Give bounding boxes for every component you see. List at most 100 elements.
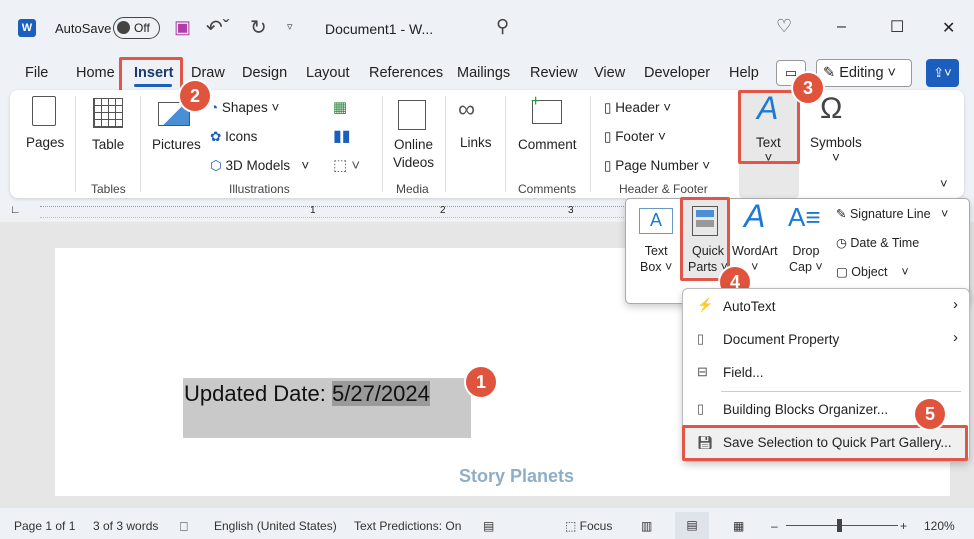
media-group-label: Media — [396, 182, 429, 196]
document-text[interactable]: Updated Date: 5/27/2024 — [184, 381, 430, 407]
focus-icon: ⬚ — [565, 519, 580, 533]
highlight-save-selection — [682, 425, 968, 461]
status-bar: Page 1 of 1 3 of 3 words ⎕ English (Unit… — [0, 512, 974, 539]
chart-icon[interactable]: ▮▮ — [333, 126, 351, 146]
drop-cap-button[interactable]: Drop Cap ˅ — [789, 243, 823, 275]
tab-references[interactable]: References — [369, 65, 443, 81]
zoom-level[interactable]: 120% — [924, 519, 955, 533]
read-mode-icon[interactable]: ▥ — [641, 519, 652, 533]
tab-developer[interactable]: Developer — [644, 65, 710, 81]
comments-group-label: Comments — [518, 182, 577, 196]
page-number-icon: ▯ — [604, 158, 616, 173]
undo-icon[interactable]: ↶ˇ — [206, 15, 229, 40]
autosave-toggle[interactable]: Off — [113, 17, 160, 39]
text-box-icon: A — [639, 208, 673, 234]
document-property-icon: ▯ — [697, 331, 705, 346]
wordart-icon: A — [744, 198, 766, 234]
step-badge-1: 1 — [466, 367, 496, 397]
zoom-in-button[interactable]: + — [900, 519, 907, 533]
icons-button[interactable]: ✿ Icons — [210, 129, 257, 145]
close-button[interactable]: ✕ — [942, 18, 955, 38]
building-blocks-icon: ▯ — [697, 401, 705, 416]
autosave-label: AutoSave — [55, 21, 112, 36]
footer-button[interactable]: ▯ Footer ˅ — [604, 129, 666, 145]
proofing-icon[interactable]: ⎕ — [180, 519, 188, 535]
collapse-ribbon-icon[interactable]: ˅ — [940, 176, 948, 191]
date-time-button[interactable]: ◷ Date & Time — [836, 235, 919, 250]
date-field[interactable]: 5/27/2024 — [331, 381, 430, 406]
tab-mailings[interactable]: Mailings — [457, 65, 510, 81]
share-button[interactable]: ⇪˅ — [926, 59, 959, 87]
online-videos-button[interactable]: Online Videos — [393, 136, 434, 172]
menu-item-field[interactable]: Field... — [723, 365, 764, 380]
table-button[interactable]: Table — [92, 137, 124, 152]
word-count[interactable]: 3 of 3 words — [93, 519, 158, 533]
tables-group-label: Tables — [91, 182, 126, 196]
header-button[interactable]: ▯ Header ˅ — [604, 100, 671, 116]
watermark: Story Planets — [459, 466, 575, 486]
pages-icon — [32, 96, 56, 126]
header-footer-group-label: Header & Footer — [619, 182, 708, 196]
redo-icon[interactable]: ↻ — [250, 15, 267, 40]
smartart-icon[interactable]: ▦ — [333, 98, 347, 116]
menu-item-autotext[interactable]: AutoText — [723, 299, 776, 314]
tab-file[interactable]: File — [25, 65, 48, 81]
comment-button[interactable]: Comment — [518, 137, 577, 152]
tab-review[interactable]: Review — [530, 65, 578, 81]
symbols-button[interactable]: Symbols ˅ — [810, 135, 862, 165]
tab-home[interactable]: Home — [76, 65, 115, 81]
search-icon[interactable]: ⚲ — [496, 16, 509, 37]
focus-button[interactable]: ⬚ Focus — [565, 519, 612, 533]
text-predictions[interactable]: Text Predictions: On — [354, 519, 461, 533]
print-layout-icon[interactable]: ▤ — [675, 512, 709, 539]
ruler — [40, 206, 640, 218]
ruler-mark: 1 — [310, 205, 316, 216]
calendar-icon: ◷ — [836, 236, 851, 250]
maximize-button[interactable]: ☐ — [890, 17, 904, 37]
tab-view[interactable]: View — [594, 65, 625, 81]
web-layout-icon[interactable]: ▦ — [733, 519, 744, 533]
submenu-chevron-icon: › — [953, 329, 958, 346]
tab-layout[interactable]: Layout — [306, 65, 350, 81]
tab-selector-icon[interactable]: ∟ — [10, 204, 21, 216]
object-button[interactable]: ▢ Object ˅ — [836, 264, 909, 279]
minimize-button[interactable]: – — [837, 18, 846, 36]
step-badge-5: 5 — [915, 399, 945, 429]
object-icon: ▢ — [836, 265, 852, 279]
zoom-slider[interactable] — [786, 525, 898, 526]
save-icon[interactable]: ▣ — [174, 17, 191, 38]
links-button[interactable]: Links — [460, 135, 492, 150]
pages-button[interactable]: Pages — [26, 135, 64, 150]
tab-draw[interactable]: Draw — [191, 65, 225, 81]
zoom-out-button[interactable]: – — [771, 519, 778, 533]
page-count[interactable]: Page 1 of 1 — [14, 519, 75, 533]
links-icon: ∞ — [458, 96, 476, 123]
online-videos-icon — [398, 100, 426, 130]
autotext-icon: ⚡ — [697, 297, 714, 312]
comment-icon: + — [531, 93, 562, 124]
submenu-chevron-icon: › — [953, 296, 958, 313]
shapes-button[interactable]: ◔ Shapes ˅ — [210, 100, 279, 115]
tab-design[interactable]: Design — [242, 65, 287, 81]
text-box-button[interactable]: Text Box ˅ — [640, 243, 672, 275]
document-title: Document1 - W... — [325, 21, 434, 37]
signature-line-button[interactable]: ✎ Signature Line ˅ — [836, 206, 948, 221]
field-icon: ⊟ — [697, 364, 708, 379]
table-icon — [93, 98, 123, 128]
3d-models-button[interactable]: ⬡ 3D Models ˅ — [210, 158, 309, 174]
zoom-slider-thumb[interactable] — [837, 519, 842, 532]
menu-item-document-property[interactable]: Document Property — [723, 332, 839, 347]
lightbulb-icon[interactable]: ♡ — [776, 16, 792, 37]
menu-item-building-blocks[interactable]: Building Blocks Organizer... — [723, 402, 888, 417]
tab-help[interactable]: Help — [729, 65, 759, 81]
ruler-mark: 2 — [440, 205, 446, 216]
screenshot-icon[interactable]: ⬚ ˅ — [333, 156, 360, 174]
editing-mode-button[interactable]: ✎ Editing ˅ — [816, 59, 912, 87]
pictures-button[interactable]: Pictures — [152, 137, 201, 152]
page-number-button[interactable]: ▯ Page Number ˅ — [604, 158, 710, 174]
customize-qat-icon[interactable]: ▿ — [287, 20, 293, 33]
accessibility-icon[interactable]: ▤ — [483, 519, 494, 533]
menu-divider — [721, 391, 961, 392]
language[interactable]: English (United States) — [214, 519, 337, 533]
highlight-insert-tab — [119, 57, 183, 93]
